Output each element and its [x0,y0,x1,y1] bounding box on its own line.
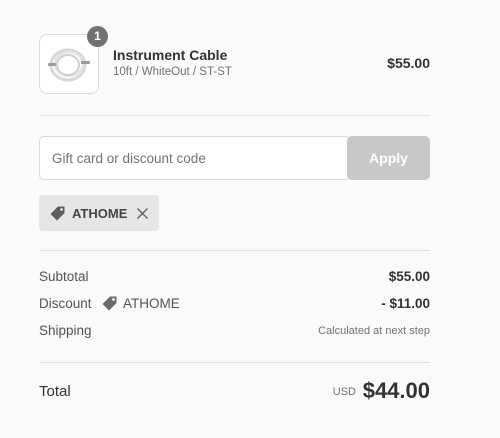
discount-value: - $11.00 [381,296,430,311]
discount-section: Apply ATHOME [39,116,430,251]
shipping-value: Calculated at next step [318,325,430,337]
applied-discount-tag: ATHOME [39,195,160,231]
total-row: Total USD $44.00 [39,363,430,423]
total-amount: $44.00 [362,378,430,403]
product-name: Instrument Cable [113,47,228,63]
order-summary: 1 Instrument Cable 10ft / WhiteOut / ST-… [39,26,430,423]
tag-icon [102,296,117,311]
tag-icon [50,206,65,220]
total-label: Total [39,383,71,400]
applied-code-label: ATHOME [72,205,128,221]
discount-label: Discount [39,296,92,311]
discount-code-inline: ATHOME [101,295,180,312]
subtotal-label: Subtotal [39,269,89,284]
product-price: $55.00 [387,55,430,71]
shipping-label: Shipping [39,323,92,338]
product-variant: 10ft / WhiteOut / ST-ST [113,66,232,78]
close-icon[interactable] [136,207,149,220]
apply-button[interactable]: Apply [347,136,430,180]
totals-section: Subtotal $55.00 Discount ATHOME - $11.00… [39,251,430,363]
cable-image [48,48,90,82]
discount-code-input[interactable] [39,136,350,180]
discount-code-text: ATHOME [123,296,180,311]
quantity-badge: 1 [87,26,108,47]
subtotal-value: $55.00 [388,269,430,284]
currency-code: USD [332,386,356,398]
line-item: 1 Instrument Cable 10ft / WhiteOut / ST-… [39,26,430,116]
